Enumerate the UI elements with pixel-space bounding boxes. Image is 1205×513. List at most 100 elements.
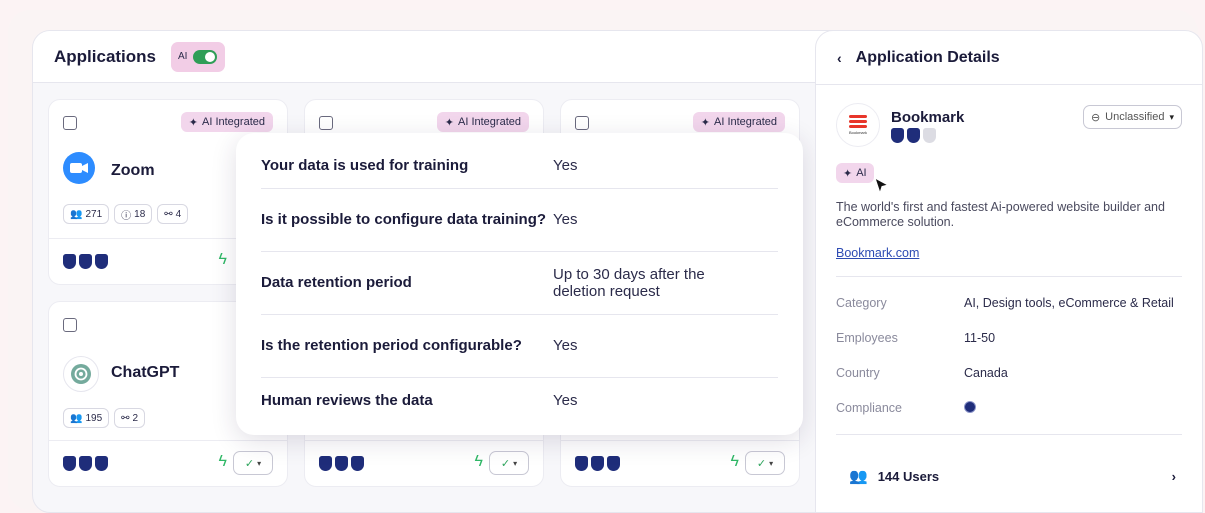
info-key: Employees [836,331,898,345]
info-key: Category [836,296,887,310]
shield-icon [63,456,76,471]
info-row-country: Country Canada [836,366,1192,380]
popover-question: Your data is used for training [261,156,469,174]
popover-row: Your data is used for training Yes [261,143,778,189]
classification-dropdown[interactable]: ⊖ Unclassified ▾ [1082,105,1182,129]
divider [836,434,1182,435]
users-row[interactable]: 👥 144 Users › [849,467,1176,485]
select-checkbox[interactable] [319,116,333,130]
sparkle-icon: ✦ [843,167,853,180]
logo-wordmark: Bookmark [848,130,867,135]
divider [836,276,1182,277]
info-value: AI, Design tools, eCommerce & Retail [964,296,1174,310]
shield-icon [63,254,76,269]
ai-filter-toggle[interactable]: AI [171,41,226,72]
info-row-category: Category AI, Design tools, eCommerce & R… [836,296,1192,310]
ai-integrated-badge: ✦ AI Integrated [180,112,273,132]
trust-shields [63,254,108,269]
trust-shields [319,456,364,471]
users-stat[interactable]: 👥 271 [63,204,110,224]
website-link[interactable]: Bookmark.com [836,246,919,260]
info-circle-icon: ⓘ [121,210,132,222]
bolt-icon: ϟ [474,453,483,470]
popover-answer: Up to 30 days after the deletion request [553,265,705,300]
classification-label: Unclassified [1105,111,1165,123]
shield-icon [907,128,920,143]
popover-answer: Yes [553,211,578,229]
integrations-count: 4 [175,208,182,220]
users-count: 271 [85,208,103,220]
info-value: Canada [964,366,1008,380]
popover-row: Data retention period Up to 30 days afte… [261,252,778,315]
zoom-logo-icon [63,152,95,184]
shield-icon [335,456,348,471]
integrations-count: 2 [132,412,139,424]
chevron-down-icon: ▾ [1169,111,1174,122]
users-icon: 👥 [70,208,83,220]
popover-row: Human reviews the data Yes [261,378,778,424]
users-icon: 👥 [70,412,83,424]
popover-answer: Yes [553,392,578,410]
bolt-icon: ϟ [730,453,739,470]
info-key: Country [836,366,880,380]
info-row-employees: Employees 11-50 [836,331,1192,345]
application-details-panel: ‹ Application Details Bookmark Bookmark … [815,30,1203,513]
badge-label: AI Integrated [458,116,521,128]
toggle-switch[interactable] [193,49,218,64]
app-name: Zoom [111,162,155,179]
users-count: 195 [85,412,103,424]
status-dropdown[interactable]: ✓ ▾ [745,451,785,475]
chevron-down-icon: ▾ [769,458,774,468]
shield-icon [575,456,588,471]
issues-count: 18 [134,208,146,220]
shield-icon [591,456,604,471]
app-name: ChatGPT [111,364,180,381]
check-circle-icon: ✓ [500,457,511,470]
info-value: 11-50 [964,331,996,345]
integrations-stat[interactable]: ⚯ 4 [157,204,189,224]
popover-question: Is it possible to configure data trainin… [261,211,547,229]
app-stats: 👥 271 ⓘ 18 ⚯ 4 [63,204,189,224]
chevron-down-icon: ▾ [513,458,518,468]
ai-tag-label: AI [856,167,867,179]
bookmark-logo-icon: Bookmark [836,103,880,147]
integrations-stat[interactable]: ⚯ 2 [114,408,146,428]
info-row-compliance: Compliance [836,401,1192,415]
popover-row: Is the retention period configurable? Ye… [261,315,778,378]
chevron-right-icon: › [1171,468,1176,484]
card-footer: ϟ ✓ ▾ [305,440,543,486]
users-stat[interactable]: 👥 195 [63,408,110,428]
status-dropdown[interactable]: ✓ ▾ [233,451,273,475]
details-title: Application Details [855,48,1000,66]
page-title: Applications [54,46,157,66]
ai-integrated-badge: ✦ AI Integrated [436,112,529,132]
popover-row: Is it possible to configure data trainin… [261,189,778,252]
chevron-left-icon[interactable]: ‹ [837,50,842,66]
check-circle-icon: ✓ [244,457,255,470]
select-checkbox[interactable] [63,116,77,130]
ai-integrated-badge: ✦ AI Integrated [692,112,785,132]
status-dropdown[interactable]: ✓ ▾ [489,451,529,475]
issues-stat[interactable]: ⓘ 18 [114,204,153,224]
ai-tag[interactable]: ✦ AI [836,163,874,183]
shield-icon [319,456,332,471]
plug-icon: ⚯ [164,208,173,220]
ai-toggle-label: AI [178,51,188,62]
sparkle-icon: ✦ [700,116,710,129]
app-description: The world's first and fastest Ai-powered… [836,200,1165,230]
openai-icon [71,364,91,384]
popover-question: Is the retention period configurable? [261,337,522,355]
users-count-label: 144 Users [877,468,940,484]
app-name: Bookmark [891,109,965,126]
sparkle-icon: ✦ [188,116,198,129]
shield-icon [891,128,904,143]
select-checkbox[interactable] [575,116,589,130]
info-key: Compliance [836,401,903,415]
ai-data-usage-popover: Your data is used for training Yes Is it… [236,133,803,435]
select-checkbox[interactable] [63,318,77,332]
check-circle-icon: ✓ [756,457,767,470]
chevron-down-icon: ▾ [257,458,262,468]
trust-shields [891,128,936,143]
compliance-badge-icon[interactable] [964,401,976,413]
popover-answer: Yes [553,156,578,174]
